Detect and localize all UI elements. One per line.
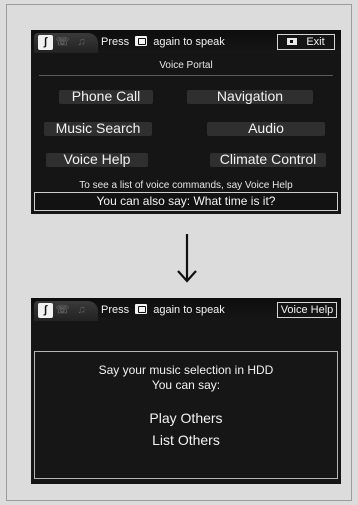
music-search-screen: ʃ ☏ ♫ Press again to speak Voice Help Sa… bbox=[31, 298, 341, 484]
exit-label: Exit bbox=[306, 36, 325, 48]
talk-icon bbox=[135, 304, 148, 314]
hint-text: To see a list of voice commands, say Voi… bbox=[79, 180, 293, 191]
menu-phone-call[interactable]: Phone Call bbox=[59, 89, 153, 104]
option-list-others[interactable]: List Others bbox=[35, 432, 337, 448]
voice-help-button[interactable]: Voice Help bbox=[277, 302, 337, 318]
press-prefix: Press bbox=[101, 36, 130, 48]
menu-navigation[interactable]: Navigation bbox=[187, 89, 313, 104]
status-bar: ʃ ☏ ♫ Press again to speak Exit bbox=[31, 30, 341, 53]
prompt-panel: Say your music selection in HDD You can … bbox=[34, 351, 338, 479]
status-bar: ʃ ☏ ♫ Press again to speak Voice Help bbox=[31, 298, 341, 321]
also-say-bar: You can also say: What time is it? bbox=[34, 192, 338, 211]
exit-button[interactable]: Exit bbox=[277, 34, 335, 50]
menu-climate-control[interactable]: Climate Control bbox=[210, 152, 326, 167]
voice-active-icon: ʃ bbox=[38, 303, 53, 318]
press-prefix: Press bbox=[101, 304, 130, 316]
press-suffix: again to speak bbox=[153, 304, 225, 316]
menu-voice-help[interactable]: Voice Help bbox=[46, 152, 148, 167]
down-arrow-icon bbox=[177, 234, 197, 283]
press-to-speak-text: Press again to speak bbox=[101, 35, 225, 49]
prompt-subline: You can say: bbox=[151, 378, 221, 392]
voice-portal-screen: ʃ ☏ ♫ Press again to speak Exit Voice Po… bbox=[31, 30, 341, 214]
divider bbox=[39, 75, 333, 76]
audio-dim-icon: ♫ bbox=[77, 36, 86, 48]
phone-dim-icon: ☏ bbox=[55, 304, 70, 316]
phone-dim-icon: ☏ bbox=[55, 36, 70, 48]
menu-audio[interactable]: Audio bbox=[207, 121, 325, 136]
back-icon bbox=[287, 38, 298, 45]
press-suffix: again to speak bbox=[153, 36, 225, 48]
prompt-line: Say your music selection in HDD bbox=[98, 363, 274, 377]
audio-dim-icon: ♫ bbox=[77, 304, 86, 316]
talk-icon bbox=[135, 36, 148, 46]
voice-active-icon: ʃ bbox=[38, 35, 53, 50]
portal-title: Voice Portal bbox=[159, 60, 213, 71]
press-to-speak-text: Press again to speak bbox=[101, 303, 225, 317]
menu-music-search[interactable]: Music Search bbox=[44, 121, 152, 136]
option-play-others[interactable]: Play Others bbox=[35, 410, 337, 426]
